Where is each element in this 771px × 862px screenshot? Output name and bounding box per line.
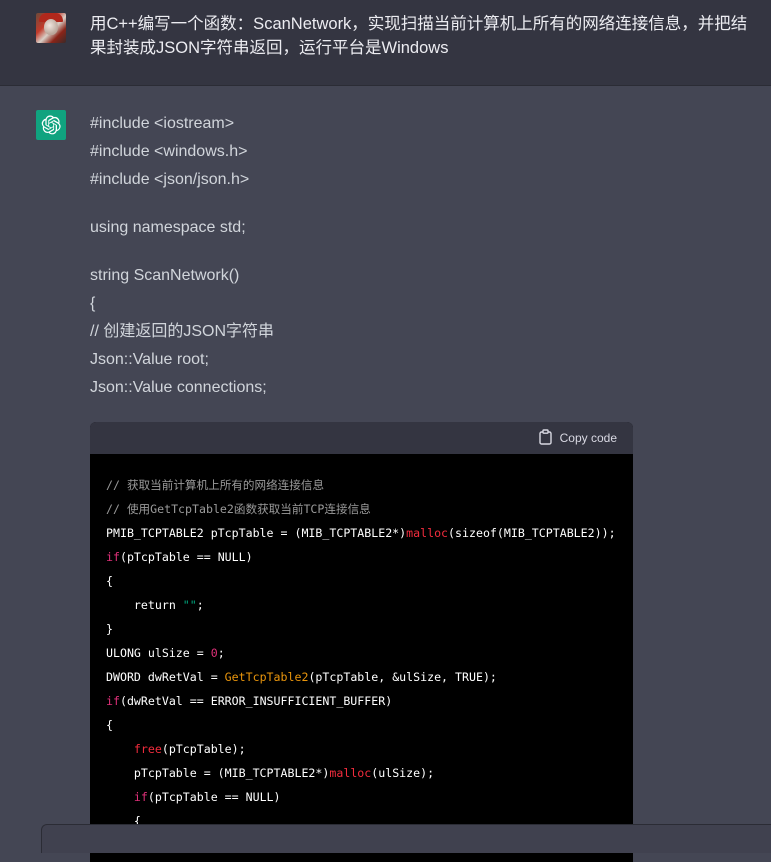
user-avatar: [36, 13, 66, 43]
code-content: // 获取当前计算机上所有的网络连接信息 // 使用GetTcpTable2函数获…: [90, 454, 633, 833]
include-paragraph: #include <iostream> #include <windows.h>…: [90, 110, 730, 194]
code-line: free(pTcpTable);: [133, 742, 246, 756]
assistant-message-row: #include <iostream> #include <windows.h>…: [0, 86, 771, 862]
text-line: {: [90, 295, 96, 312]
namespace-paragraph: using namespace std;: [90, 214, 730, 242]
text-line: string ScanNetwork(): [90, 267, 240, 284]
code-line: DWORD dwRetVal = GetTcpTable2(pTcpTable,…: [106, 670, 497, 684]
code-block: Copy code // 获取当前计算机上所有的网络连接信息 // 使用GetTc…: [90, 422, 633, 862]
copy-code-button[interactable]: Copy code: [538, 428, 617, 448]
assistant-message-text: #include <iostream> #include <windows.h>…: [90, 110, 730, 422]
text-line: Json::Value root;: [90, 351, 209, 368]
code-line: if(pTcpTable == NULL): [106, 550, 253, 564]
text-line: #include <iostream>: [90, 115, 235, 132]
code-line: // 获取当前计算机上所有的网络连接信息: [106, 478, 325, 492]
openai-logo-icon: [36, 110, 66, 140]
code-line: PMIB_TCPTABLE2 pTcpTable = (MIB_TCPTABLE…: [106, 526, 616, 540]
code-line: // 使用GetTcpTable2函数获取当前TCP连接信息: [106, 502, 371, 516]
code-line: {: [106, 574, 113, 588]
code-line: }: [106, 622, 113, 636]
message-input-bar[interactable]: [41, 824, 771, 853]
code-line: if(pTcpTable == NULL): [133, 790, 281, 804]
text-line: using namespace std;: [90, 219, 246, 236]
code-line: ULONG ulSize = 0;: [106, 646, 225, 660]
text-line: // 创建返回的JSON字符串: [90, 323, 275, 340]
code-line: pTcpTable = (MIB_TCPTABLE2*)malloc(ulSiz…: [106, 766, 435, 780]
function-paragraph: string ScanNetwork() { // 创建返回的JSON字符串 J…: [90, 262, 730, 402]
text-line: Json::Value connections;: [90, 379, 267, 396]
code-line: return "";: [106, 598, 204, 612]
code-line: if(dwRetVal == ERROR_INSUFFICIENT_BUFFER…: [106, 694, 393, 708]
code-block-header: Copy code: [90, 422, 633, 454]
copy-code-label: Copy code: [559, 431, 617, 445]
user-message-row: 用C++编写一个函数：ScanNetwork，实现扫描当前计算机上所有的网络连接…: [0, 0, 771, 86]
user-message-text: 用C++编写一个函数：ScanNetwork，实现扫描当前计算机上所有的网络连接…: [90, 15, 748, 57]
text-line: #include <windows.h>: [90, 143, 248, 160]
clipboard-icon: [538, 428, 553, 448]
code-line: {: [106, 718, 113, 732]
text-line: #include <json/json.h>: [90, 171, 250, 188]
